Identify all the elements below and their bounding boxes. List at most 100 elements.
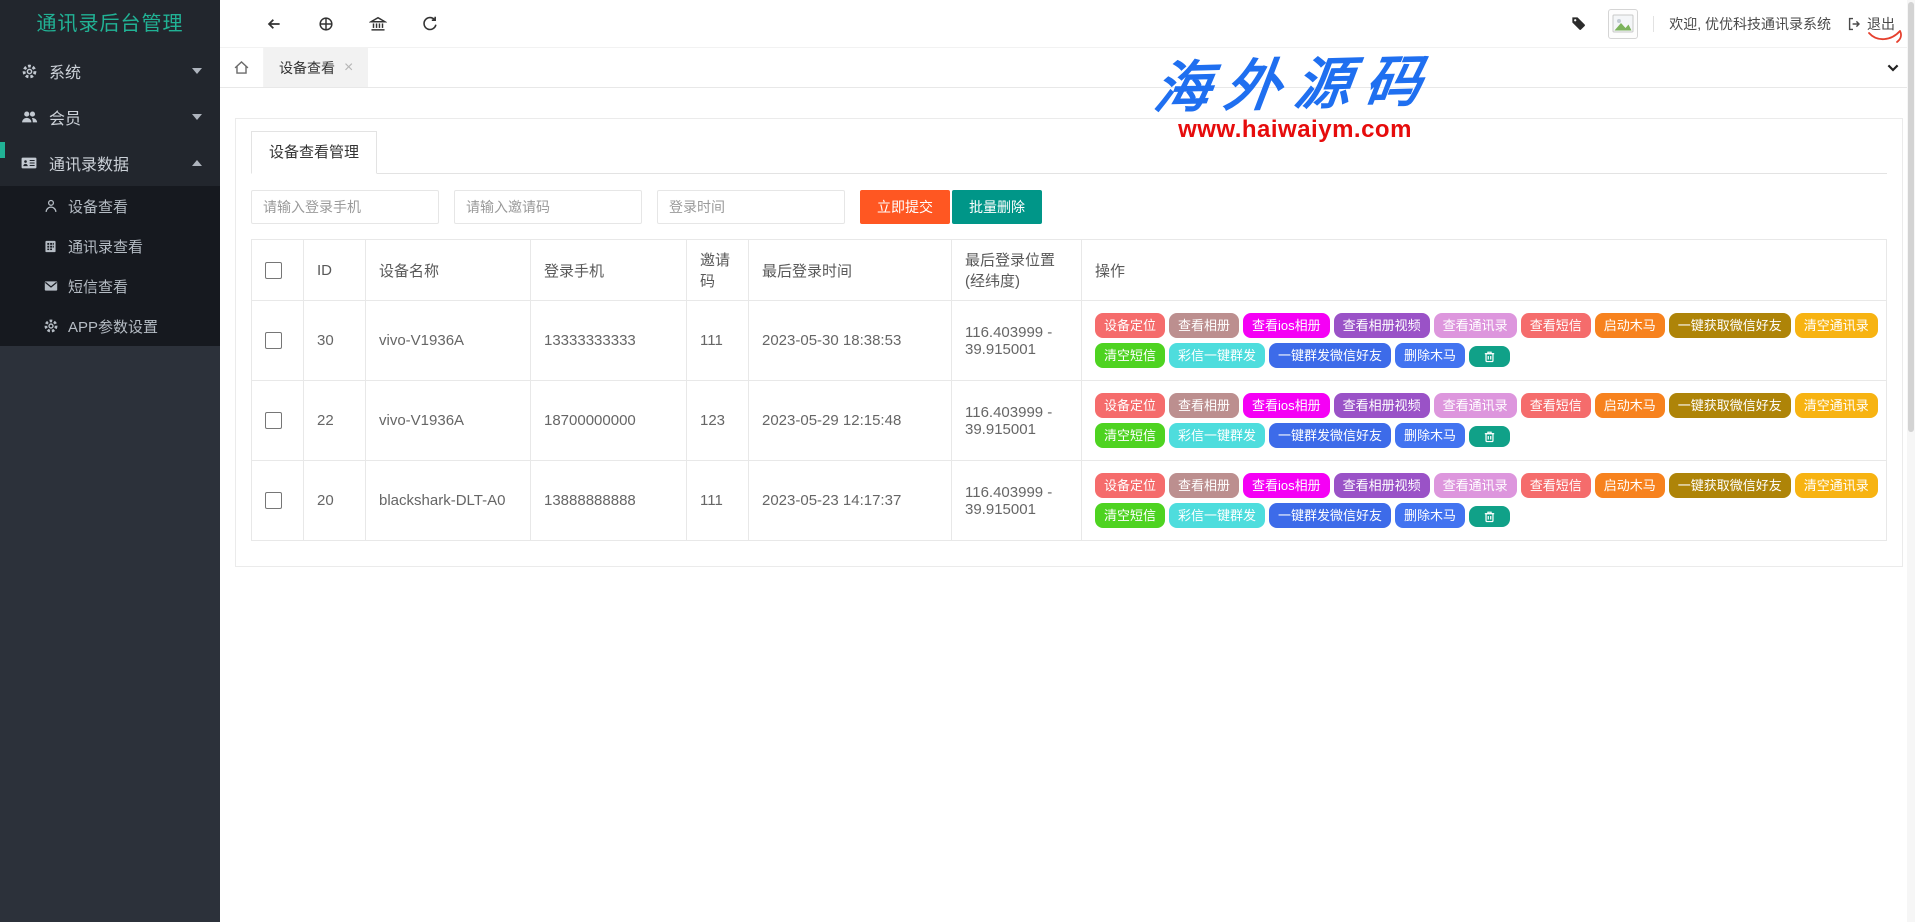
- action-button-r2-0[interactable]: 清空短信: [1095, 503, 1165, 528]
- login-phone-input[interactable]: [251, 190, 439, 224]
- cell-id: 30: [304, 301, 366, 381]
- topbar-icons: [220, 0, 456, 48]
- action-button-r1-1[interactable]: 查看相册: [1169, 473, 1239, 498]
- action-button-r2-2[interactable]: 一键群发微信好友: [1269, 503, 1391, 528]
- action-button-r1-5[interactable]: 查看短信: [1521, 393, 1591, 418]
- sidebar-item-device-view[interactable]: 设备查看: [0, 186, 220, 226]
- invite-code-input[interactable]: [454, 190, 642, 224]
- batch-delete-button[interactable]: 批量删除: [952, 190, 1042, 224]
- cell-actions: 设备定位查看相册查看ios相册查看相册视频查看通讯录查看短信启动木马一键获取微信…: [1082, 461, 1887, 541]
- cell-location: 116.403999 - 39.915001: [952, 301, 1082, 381]
- sidebar-item-label: 通讯录查看: [68, 236, 143, 257]
- col-last-login-location: 最后登录位置(经纬度): [952, 240, 1082, 301]
- action-button-r2-3[interactable]: 删除木马: [1395, 343, 1465, 368]
- action-button-r1-2[interactable]: 查看ios相册: [1243, 313, 1330, 338]
- action-button-r1-1[interactable]: 查看相册: [1169, 313, 1239, 338]
- action-button-r1-6[interactable]: 启动木马: [1595, 313, 1665, 338]
- tab-device-view[interactable]: 设备查看 ×: [264, 48, 368, 87]
- action-line-1: 设备定位查看相册查看ios相册查看相册视频查看通讯录查看短信启动木马一键获取微信…: [1095, 391, 1873, 420]
- cell-location: 116.403999 - 39.915001: [952, 461, 1082, 541]
- row-checkbox[interactable]: [265, 492, 282, 509]
- action-line-1: 设备定位查看相册查看ios相册查看相册视频查看通讯录查看短信启动木马一键获取微信…: [1095, 311, 1873, 340]
- sidebar-item-member[interactable]: 会员: [0, 94, 220, 140]
- sidebar-item-system[interactable]: 系统: [0, 48, 220, 94]
- tab-device-view-management[interactable]: 设备查看管理: [251, 131, 377, 174]
- action-button-r1-8[interactable]: 清空通讯录: [1795, 393, 1878, 418]
- action-button-r1-0[interactable]: 设备定位: [1095, 473, 1165, 498]
- action-button-r1-6[interactable]: 启动木马: [1595, 473, 1665, 498]
- refresh-icon[interactable]: [404, 0, 456, 48]
- action-button-r1-5[interactable]: 查看短信: [1521, 473, 1591, 498]
- scrollbar-thumb[interactable]: [1908, 2, 1914, 432]
- sidebar-item-app-settings[interactable]: APP参数设置: [0, 306, 220, 346]
- action-button-r1-7[interactable]: 一键获取微信好友: [1669, 473, 1791, 498]
- trash-icon-button[interactable]: [1469, 426, 1510, 447]
- row-checkbox[interactable]: [265, 412, 282, 429]
- action-button-r1-7[interactable]: 一键获取微信好友: [1669, 393, 1791, 418]
- select-all-checkbox[interactable]: [265, 262, 282, 279]
- action-button-r1-3[interactable]: 查看相册视频: [1334, 393, 1430, 418]
- back-icon[interactable]: [248, 0, 300, 48]
- action-button-r2-3[interactable]: 删除木马: [1395, 503, 1465, 528]
- trash-icon-button[interactable]: [1469, 346, 1510, 367]
- tag-icon[interactable]: [1563, 0, 1593, 48]
- sidebar-item-contacts-data[interactable]: 通讯录数据: [0, 140, 220, 186]
- cell-device-name: vivo-V1936A: [366, 381, 531, 461]
- action-button-r1-7[interactable]: 一键获取微信好友: [1669, 313, 1791, 338]
- sidebar: 通讯录后台管理 系统 会员 通讯录数据: [0, 0, 220, 922]
- action-button-r1-6[interactable]: 启动木马: [1595, 393, 1665, 418]
- cell-invite-code: 123: [687, 381, 749, 461]
- action-button-r2-1[interactable]: 彩信一键群发: [1169, 503, 1265, 528]
- users-icon: [20, 108, 38, 126]
- target-icon[interactable]: [300, 0, 352, 48]
- sidebar-item-label: APP参数设置: [68, 316, 158, 337]
- action-button-r1-0[interactable]: 设备定位: [1095, 313, 1165, 338]
- welcome-text: 欢迎, 优优科技通讯录系统: [1669, 14, 1831, 34]
- sidebar-submenu: 设备查看 通讯录查看 短信查看: [0, 186, 220, 346]
- tab-label: 设备查看: [279, 58, 335, 78]
- bank-icon[interactable]: [352, 0, 404, 48]
- cell-actions: 设备定位查看相册查看ios相册查看相册视频查看通讯录查看短信启动木马一键获取微信…: [1082, 381, 1887, 461]
- cell-id: 20: [304, 461, 366, 541]
- action-button-r1-5[interactable]: 查看短信: [1521, 313, 1591, 338]
- row-checkbox[interactable]: [265, 332, 282, 349]
- action-button-r1-4[interactable]: 查看通讯录: [1434, 313, 1517, 338]
- table-header-row: ID 设备名称 登录手机 邀请码 最后登录时间 最后登录位置(经纬度) 操作: [252, 240, 1887, 301]
- trash-icon: [1482, 509, 1497, 524]
- close-icon[interactable]: ×: [344, 60, 353, 76]
- login-time-input[interactable]: [657, 190, 845, 224]
- cell-device-name: blackshark-DLT-A0: [366, 461, 531, 541]
- cell-last-login-time: 2023-05-23 14:17:37: [749, 461, 952, 541]
- action-button-r2-0[interactable]: 清空短信: [1095, 343, 1165, 368]
- action-button-r1-4[interactable]: 查看通讯录: [1434, 473, 1517, 498]
- action-button-r2-3[interactable]: 删除木马: [1395, 423, 1465, 448]
- cell-last-login-time: 2023-05-29 12:15:48: [749, 381, 952, 461]
- action-button-r1-3[interactable]: 查看相册视频: [1334, 473, 1430, 498]
- scrollbar-track[interactable]: [1907, 0, 1915, 922]
- sidebar-item-contacts-view[interactable]: 通讯录查看: [0, 226, 220, 266]
- action-button-r1-2[interactable]: 查看ios相册: [1243, 393, 1330, 418]
- action-button-r1-0[interactable]: 设备定位: [1095, 393, 1165, 418]
- home-tab[interactable]: [220, 48, 264, 87]
- action-button-r1-1[interactable]: 查看相册: [1169, 393, 1239, 418]
- action-button-r2-1[interactable]: 彩信一键群发: [1169, 343, 1265, 368]
- logout-button[interactable]: 退出: [1846, 14, 1895, 34]
- action-button-r2-2[interactable]: 一键群发微信好友: [1269, 343, 1391, 368]
- action-button-r1-2[interactable]: 查看ios相册: [1243, 473, 1330, 498]
- active-accent-bar: [0, 142, 5, 158]
- action-button-r2-1[interactable]: 彩信一键群发: [1169, 423, 1265, 448]
- action-button-r1-8[interactable]: 清空通讯录: [1795, 473, 1878, 498]
- sidebar-empty-area: [0, 346, 220, 922]
- action-button-r1-4[interactable]: 查看通讯录: [1434, 393, 1517, 418]
- action-button-r1-8[interactable]: 清空通讯录: [1795, 313, 1878, 338]
- action-button-r2-0[interactable]: 清空短信: [1095, 423, 1165, 448]
- sidebar-item-sms-view[interactable]: 短信查看: [0, 266, 220, 306]
- sidebar-item-label: 短信查看: [68, 276, 128, 297]
- avatar[interactable]: [1608, 9, 1638, 39]
- col-last-login-time: 最后登录时间: [749, 240, 952, 301]
- submit-button[interactable]: 立即提交: [860, 190, 950, 224]
- trash-icon-button[interactable]: [1469, 506, 1510, 527]
- table-row: 20 blackshark-DLT-A0 13888888888 111 202…: [252, 461, 1887, 541]
- action-button-r1-3[interactable]: 查看相册视频: [1334, 313, 1430, 338]
- action-button-r2-2[interactable]: 一键群发微信好友: [1269, 423, 1391, 448]
